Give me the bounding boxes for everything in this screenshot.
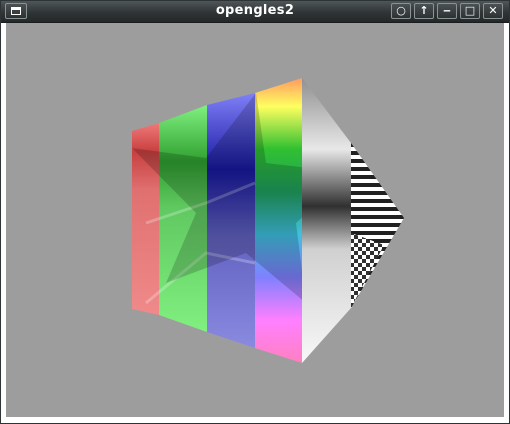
close-button[interactable]: ✕: [483, 3, 503, 19]
arrow-up-icon: ↑: [419, 4, 429, 17]
minimize-button[interactable]: ‒: [437, 3, 457, 19]
grey-gradient-face: [302, 78, 351, 363]
app-window: opengles2 ○ ↑ ‒ □ ✕: [0, 0, 510, 424]
gl-viewport[interactable]: [6, 23, 504, 417]
maximize-icon: □: [464, 4, 476, 17]
circle-icon: ○: [396, 4, 406, 17]
checker-face: [351, 233, 384, 308]
title-bar[interactable]: opengles2 ○ ↑ ‒ □ ✕: [1, 1, 509, 23]
pin-button[interactable]: ○: [391, 3, 411, 19]
maximize-button[interactable]: □: [460, 3, 480, 19]
close-icon: ✕: [488, 4, 498, 17]
minimize-icon: ‒: [443, 4, 451, 17]
raise-button[interactable]: ↑: [414, 3, 434, 19]
rendered-cube: [132, 78, 404, 363]
cube-right-face: [302, 78, 404, 363]
